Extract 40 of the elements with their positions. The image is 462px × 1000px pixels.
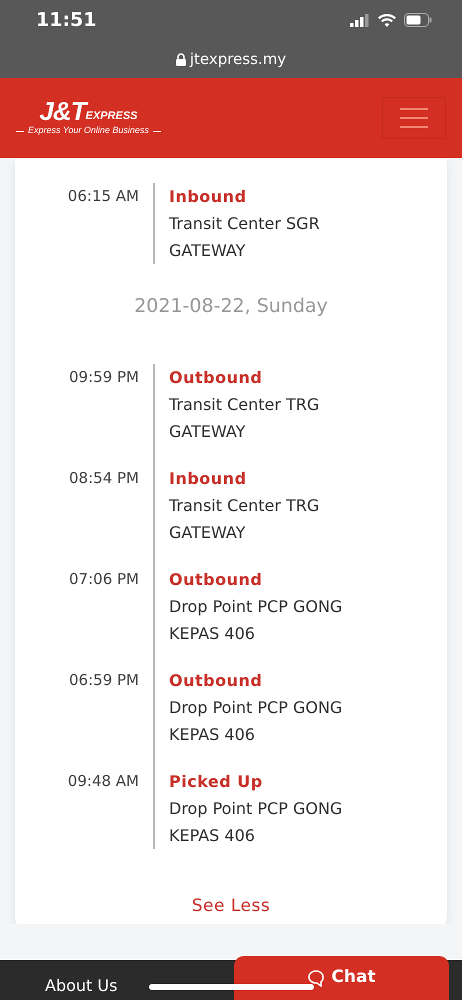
event-location: Transit Center SGR bbox=[168, 213, 321, 235]
event-time: 07:06 PM bbox=[68, 569, 140, 590]
signal-icon bbox=[350, 14, 370, 26]
event-status: Outbound bbox=[168, 670, 264, 692]
event-location: Transit Center TRG bbox=[168, 394, 320, 416]
wifi-icon bbox=[378, 14, 396, 26]
event-location: KEPAS 406 bbox=[168, 623, 256, 645]
event-time: 06:59 PM bbox=[68, 670, 140, 691]
event-location: GATEWAY bbox=[168, 522, 246, 544]
battery-icon bbox=[404, 13, 432, 27]
event-location: Drop Point PCP GONG bbox=[168, 596, 344, 618]
tagline-text: Express Your Online Business bbox=[28, 124, 149, 138]
see-less-link[interactable]: See Less bbox=[186, 893, 276, 920]
logo-text[interactable]: EXPRESS bbox=[86, 108, 138, 124]
event-time: 09:59 PM bbox=[68, 367, 140, 388]
date-heading: 2021-08-22, Sunday bbox=[133, 294, 329, 319]
chat-icon bbox=[307, 969, 326, 987]
menu-icon bbox=[400, 108, 428, 128]
event-status: Outbound bbox=[168, 367, 264, 389]
clock-time: 11:51 bbox=[36, 8, 96, 33]
event-time: 09:48 AM bbox=[66, 771, 140, 792]
event-location: KEPAS 406 bbox=[168, 724, 256, 746]
url-text[interactable]: jtexpress.my bbox=[190, 48, 286, 70]
event-location: KEPAS 406 bbox=[168, 825, 256, 847]
event-location: Transit Center TRG bbox=[168, 495, 320, 517]
event-status: Outbound bbox=[168, 569, 264, 591]
event-status: Inbound bbox=[168, 468, 248, 490]
lock-icon bbox=[176, 52, 186, 66]
event-time: 06:15 AM bbox=[66, 186, 140, 207]
event-location: Drop Point PCP GONG bbox=[168, 798, 344, 820]
event-status: Picked Up bbox=[168, 771, 264, 793]
event-location: GATEWAY bbox=[168, 240, 246, 262]
chat-button[interactable]: Chat bbox=[234, 956, 449, 1000]
event-status: Inbound bbox=[168, 186, 248, 208]
about-us-link[interactable]: About Us bbox=[0, 972, 234, 1000]
event-time: 08:54 PM bbox=[68, 468, 140, 489]
event-location: GATEWAY bbox=[168, 421, 246, 443]
logo-text[interactable]: J&T bbox=[39, 98, 86, 124]
menu-button[interactable] bbox=[382, 97, 446, 139]
event-location: Drop Point PCP GONG bbox=[168, 697, 344, 719]
